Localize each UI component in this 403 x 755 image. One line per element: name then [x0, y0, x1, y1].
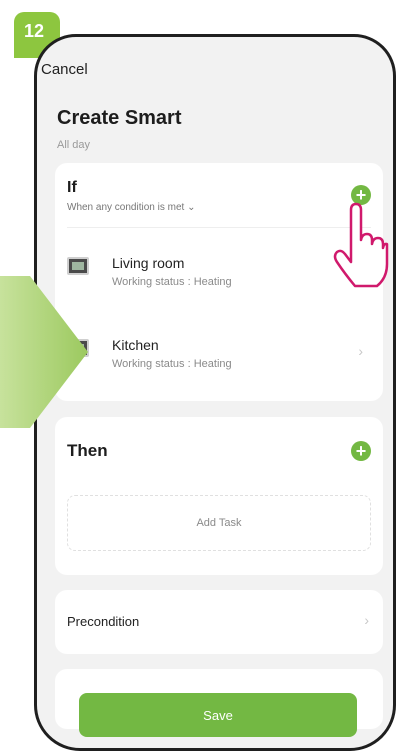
- chevron-down-icon: ⌄: [187, 202, 196, 213]
- chevron-right-icon: ›: [364, 612, 369, 628]
- device-status: Working status : Heating: [112, 358, 232, 370]
- add-task-button[interactable]: Add Task: [67, 495, 371, 551]
- precondition-row[interactable]: Precondition ›: [55, 590, 383, 654]
- device-status: Working status : Heating: [112, 276, 232, 288]
- save-button[interactable]: Save: [79, 693, 357, 737]
- chevron-right-icon: ›: [358, 343, 363, 359]
- if-title: If: [67, 179, 77, 196]
- divider: [67, 227, 371, 228]
- step-number: 12: [24, 21, 45, 41]
- phone-frame: Cancel Create Smart All day If When any …: [34, 34, 396, 751]
- device-name: Kitchen: [112, 337, 159, 353]
- then-title: Then: [67, 441, 108, 460]
- precondition-label: Precondition: [67, 614, 140, 629]
- pointing-hand-icon: [333, 202, 389, 288]
- condition-item-kitchen[interactable]: Kitchen Working status : Heating ›: [67, 331, 371, 381]
- device-name: Living room: [112, 255, 185, 271]
- thermostat-icon: [67, 257, 89, 275]
- condition-label: When any condition is met: [67, 202, 185, 213]
- schedule-subtitle[interactable]: All day: [57, 139, 90, 151]
- plus-icon: +: [355, 441, 367, 461]
- cancel-button[interactable]: Cancel: [41, 61, 88, 78]
- add-action-button[interactable]: +: [351, 441, 371, 461]
- condition-item-living-room[interactable]: Living room Working status : Heating: [67, 249, 371, 299]
- then-card: Then + Add Task: [55, 417, 383, 575]
- add-task-label: Add Task: [196, 517, 242, 529]
- arrow-indicator-icon: [0, 276, 88, 428]
- page-title: Create Smart: [57, 107, 182, 129]
- condition-selector[interactable]: When any condition is met ⌄: [67, 202, 195, 213]
